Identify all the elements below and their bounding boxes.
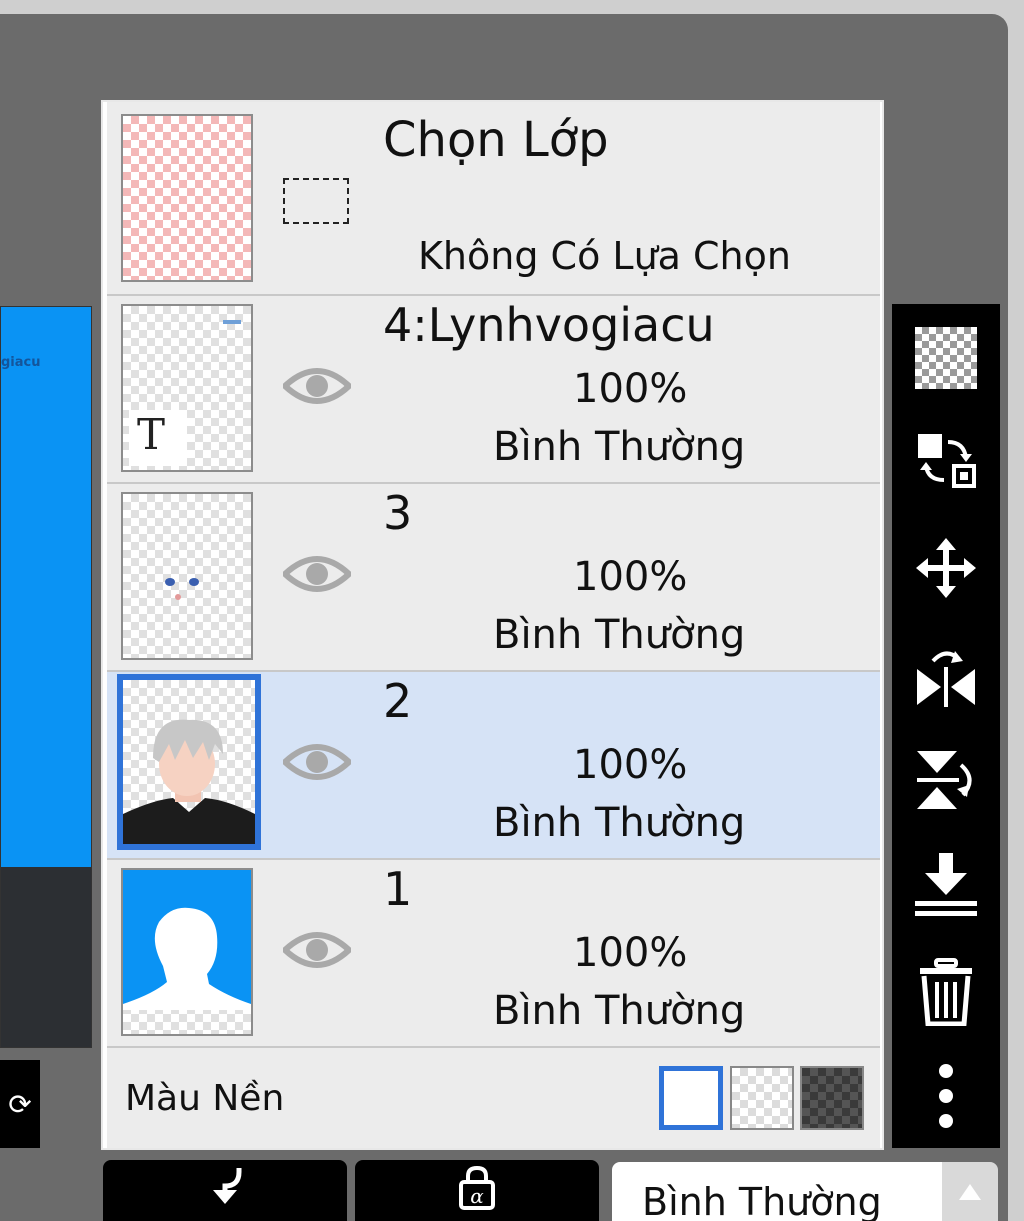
layer-name: 1 [383, 862, 413, 916]
canvas-figure [1, 867, 91, 1047]
layer-row[interactable]: 1 100% Bình Thường [107, 860, 880, 1048]
layer-row[interactable]: 3 100% Bình Thường [107, 484, 880, 672]
eye-icon[interactable] [283, 364, 351, 408]
layer-thumbnail: T [121, 304, 253, 472]
chevron-up-icon[interactable] [942, 1162, 998, 1221]
flip-horizontal-icon[interactable] [910, 640, 982, 712]
layer-blend-mode: Bình Thường [493, 800, 746, 846]
canvas-text: giacu [1, 355, 41, 370]
text-layer-badge: T [129, 410, 187, 466]
selection-layer-row[interactable]: Chọn Lớp Không Có Lựa Chọn [107, 102, 880, 296]
more-glyph [939, 1064, 953, 1128]
alpha-lock-button[interactable]: α [355, 1160, 599, 1221]
swap-layers-glyph [918, 434, 976, 488]
more-icon[interactable] [910, 1060, 982, 1132]
checkerboard-icon[interactable] [910, 322, 982, 394]
eye-icon[interactable] [283, 740, 351, 784]
eye-icon[interactable] [283, 928, 351, 972]
merge-down-icon[interactable] [910, 848, 982, 920]
layer-thumbnail [121, 492, 253, 660]
selection-layer-status: Không Có Lựa Chọn [418, 234, 791, 278]
checkerboard-swatch [915, 327, 977, 389]
layer-opacity: 100% [573, 742, 688, 788]
flip-horizontal-glyph [917, 651, 975, 707]
background-dark-swatch[interactable] [800, 1066, 864, 1130]
layer-thumb-art [123, 870, 251, 1010]
layer-blend-mode: Bình Thường [493, 612, 746, 658]
flip-vertical-glyph [917, 751, 972, 809]
layer-thumb-content [223, 320, 241, 324]
background-color-label: Màu Nền [125, 1078, 285, 1119]
layer-toolbar [892, 304, 1000, 1148]
selection-layer-title: Chọn Lớp [383, 112, 609, 168]
layer-blend-mode: Bình Thường [493, 424, 746, 470]
layer-thumb-art [123, 719, 255, 844]
rotate-icon[interactable]: ⟳ [0, 1060, 40, 1148]
layer-name: 2 [383, 674, 413, 728]
eye-icon[interactable] [283, 552, 351, 596]
background-white-swatch[interactable] [659, 1066, 723, 1130]
layer-row-selected[interactable]: 2 100% Bình Thường [107, 672, 880, 860]
layer-opacity: 100% [573, 366, 688, 412]
layer-opacity: 100% [573, 930, 688, 976]
canvas-preview[interactable]: giacu [0, 306, 92, 1048]
layer-row[interactable]: T 4:Lynhvogiacu 100% Bình Thường [107, 296, 880, 484]
layer-thumbnail [117, 674, 261, 850]
layer-thumb-content [175, 594, 181, 600]
blend-mode-select[interactable]: Bình Thường [612, 1162, 942, 1221]
selection-rect-icon [283, 178, 349, 224]
alpha-lock-icon: α [459, 1166, 495, 1210]
layer-name: 4:Lynhvogiacu [383, 298, 715, 352]
layer-thumbnail [121, 868, 253, 1036]
move-glyph [916, 538, 976, 598]
trash-glyph [920, 958, 972, 1026]
svg-text:α: α [470, 1184, 484, 1208]
background-transparent-swatch[interactable] [730, 1066, 794, 1130]
move-icon[interactable] [910, 532, 982, 604]
layer-thumb-content [189, 578, 199, 586]
layers-panel: Chọn Lớp Không Có Lựa Chọn T 4:Lynhvogia… [101, 100, 884, 1150]
swap-layers-icon[interactable] [910, 426, 982, 498]
layer-thumb-content [165, 578, 175, 586]
selection-thumbnail [121, 114, 253, 282]
trash-icon[interactable] [910, 956, 982, 1028]
layer-name: 3 [383, 486, 413, 540]
merge-down-glyph [915, 853, 977, 916]
flip-vertical-icon[interactable] [910, 744, 982, 816]
chevron-up-glyph [959, 1184, 981, 1200]
clipping-arrow-icon [213, 1168, 242, 1204]
clipping-button[interactable] [103, 1160, 347, 1221]
layer-opacity: 100% [573, 554, 688, 600]
layer-blend-mode: Bình Thường [493, 988, 746, 1034]
